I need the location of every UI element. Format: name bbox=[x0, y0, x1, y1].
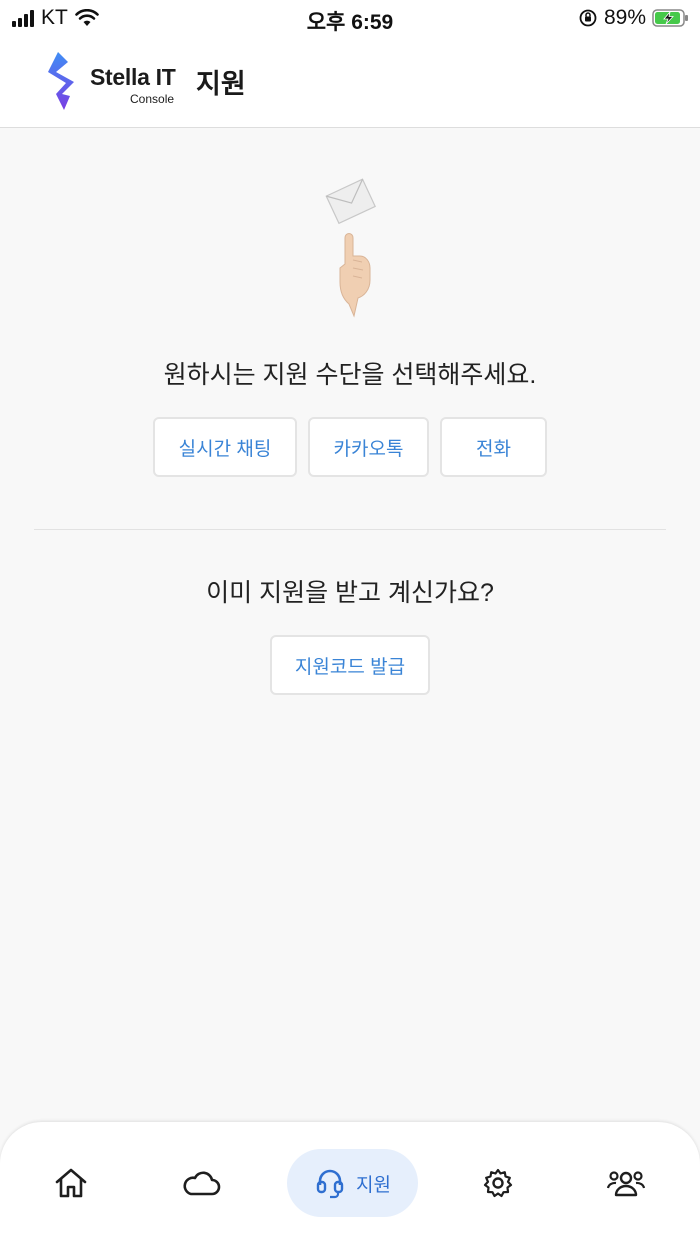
app-header: Stella IT Console 지원 bbox=[0, 36, 700, 128]
phone-button[interactable]: 전화 bbox=[440, 417, 547, 477]
headset-icon bbox=[316, 1169, 344, 1199]
home-icon bbox=[55, 1168, 87, 1198]
battery-percent: 89% bbox=[603, 6, 646, 29]
live-chat-button[interactable]: 실시간 채팅 bbox=[153, 417, 297, 477]
bottom-nav: 지원 bbox=[0, 1122, 700, 1244]
support-method-prompt: 원하시는 지원 수단을 선택해주세요. bbox=[163, 361, 537, 389]
battery-charging-icon bbox=[652, 9, 688, 27]
screen: KT 오후 6:59 89% Stella IT Console 지원 원하시는… bbox=[0, 0, 700, 1244]
existing-support-prompt: 이미 지원을 받고 계신가요? bbox=[206, 579, 494, 607]
page-title: 지원 bbox=[196, 69, 246, 99]
logo-subtext: Console bbox=[130, 92, 175, 106]
users-icon bbox=[606, 1171, 646, 1197]
stella-it-logo[interactable]: Stella IT Console bbox=[44, 50, 184, 112]
logo-mark-icon bbox=[48, 52, 74, 110]
section-divider bbox=[34, 529, 666, 530]
nav-settings[interactable] bbox=[468, 1158, 528, 1208]
nav-users[interactable] bbox=[596, 1158, 656, 1208]
issue-support-code-button[interactable]: 지원코드 발급 bbox=[270, 635, 430, 695]
nav-cloud[interactable] bbox=[171, 1158, 231, 1208]
nav-support[interactable]: 지원 bbox=[287, 1149, 418, 1217]
status-bar: KT 오후 6:59 89% bbox=[0, 0, 700, 36]
orientation-lock-icon bbox=[579, 9, 597, 27]
cloud-icon bbox=[183, 1171, 221, 1196]
pointing-hand-envelope-icon bbox=[325, 178, 376, 318]
nav-home[interactable] bbox=[41, 1158, 101, 1208]
logo-text: Stella IT bbox=[90, 64, 176, 90]
nav-support-label: 지원 bbox=[356, 1174, 391, 1196]
kakaotalk-button[interactable]: 카카오톡 bbox=[308, 417, 429, 477]
gear-icon bbox=[483, 1168, 513, 1198]
status-right: 89% bbox=[578, 6, 690, 30]
